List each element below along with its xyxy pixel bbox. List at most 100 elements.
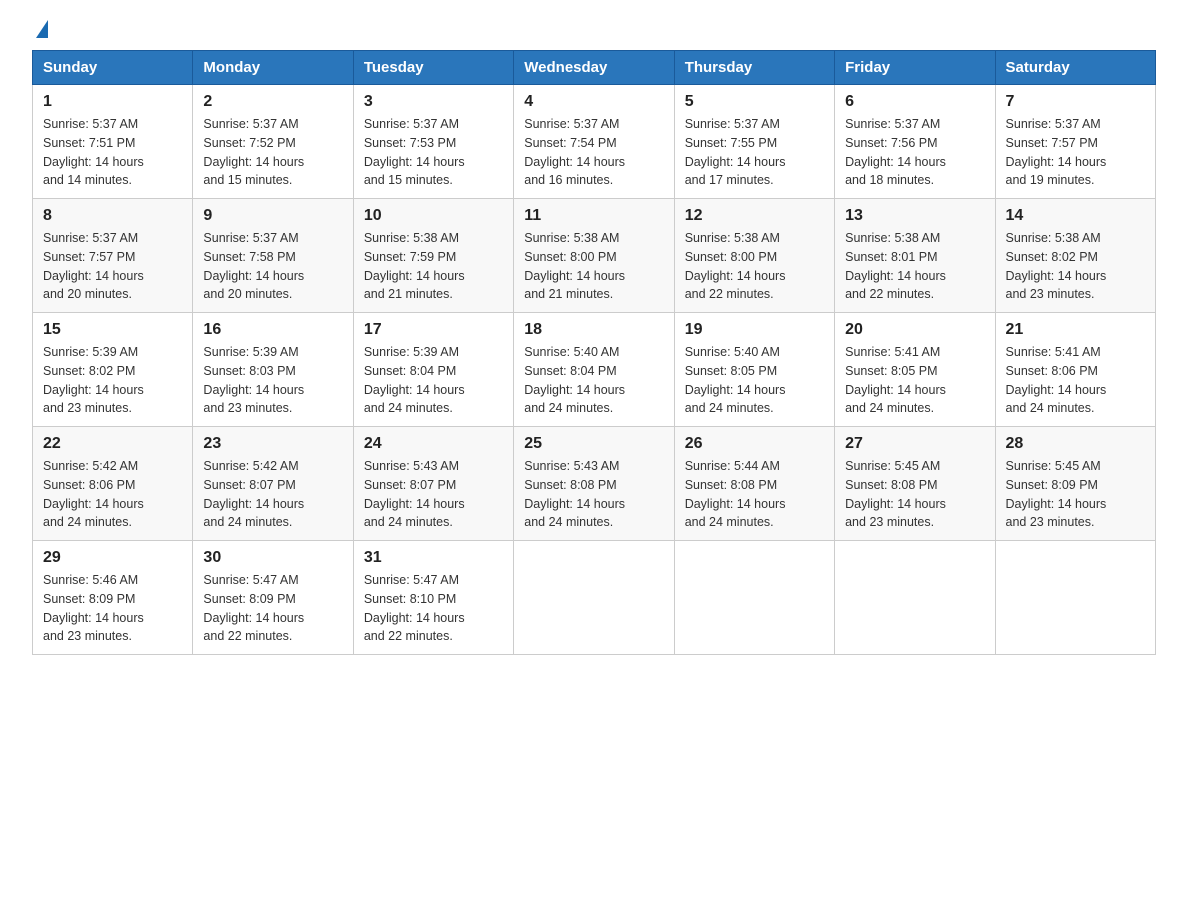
day-header-friday: Friday [835,51,995,85]
calendar-cell: 18 Sunrise: 5:40 AM Sunset: 8:04 PM Dayl… [514,313,674,427]
day-info: Sunrise: 5:38 AM Sunset: 8:00 PM Dayligh… [685,229,824,304]
day-info: Sunrise: 5:37 AM Sunset: 7:55 PM Dayligh… [685,115,824,190]
day-info: Sunrise: 5:42 AM Sunset: 8:06 PM Dayligh… [43,457,182,532]
day-info: Sunrise: 5:40 AM Sunset: 8:04 PM Dayligh… [524,343,663,418]
day-info: Sunrise: 5:38 AM Sunset: 7:59 PM Dayligh… [364,229,503,304]
day-info: Sunrise: 5:38 AM Sunset: 8:00 PM Dayligh… [524,229,663,304]
day-number: 13 [845,207,984,225]
day-number: 25 [524,435,663,453]
day-info: Sunrise: 5:37 AM Sunset: 7:52 PM Dayligh… [203,115,342,190]
day-header-saturday: Saturday [995,51,1155,85]
day-info: Sunrise: 5:41 AM Sunset: 8:06 PM Dayligh… [1006,343,1145,418]
day-info: Sunrise: 5:38 AM Sunset: 8:01 PM Dayligh… [845,229,984,304]
week-row-3: 15 Sunrise: 5:39 AM Sunset: 8:02 PM Dayl… [33,313,1156,427]
day-number: 4 [524,93,663,111]
calendar-cell: 21 Sunrise: 5:41 AM Sunset: 8:06 PM Dayl… [995,313,1155,427]
day-number: 12 [685,207,824,225]
day-header-sunday: Sunday [33,51,193,85]
day-info: Sunrise: 5:38 AM Sunset: 8:02 PM Dayligh… [1006,229,1145,304]
calendar-cell: 19 Sunrise: 5:40 AM Sunset: 8:05 PM Dayl… [674,313,834,427]
week-row-1: 1 Sunrise: 5:37 AM Sunset: 7:51 PM Dayli… [33,85,1156,199]
calendar-cell: 9 Sunrise: 5:37 AM Sunset: 7:58 PM Dayli… [193,199,353,313]
calendar-cell: 28 Sunrise: 5:45 AM Sunset: 8:09 PM Dayl… [995,427,1155,541]
calendar-cell: 1 Sunrise: 5:37 AM Sunset: 7:51 PM Dayli… [33,85,193,199]
logo-triangle-icon [36,20,48,38]
calendar-cell: 20 Sunrise: 5:41 AM Sunset: 8:05 PM Dayl… [835,313,995,427]
calendar-cell: 25 Sunrise: 5:43 AM Sunset: 8:08 PM Dayl… [514,427,674,541]
week-row-5: 29 Sunrise: 5:46 AM Sunset: 8:09 PM Dayl… [33,541,1156,655]
day-info: Sunrise: 5:40 AM Sunset: 8:05 PM Dayligh… [685,343,824,418]
day-number: 22 [43,435,182,453]
calendar-cell: 11 Sunrise: 5:38 AM Sunset: 8:00 PM Dayl… [514,199,674,313]
calendar-cell: 10 Sunrise: 5:38 AM Sunset: 7:59 PM Dayl… [353,199,513,313]
day-number: 14 [1006,207,1145,225]
day-number: 19 [685,321,824,339]
day-number: 10 [364,207,503,225]
calendar-cell: 30 Sunrise: 5:47 AM Sunset: 8:09 PM Dayl… [193,541,353,655]
day-number: 23 [203,435,342,453]
day-number: 31 [364,549,503,567]
calendar-cell [674,541,834,655]
calendar-cell [514,541,674,655]
calendar-cell: 12 Sunrise: 5:38 AM Sunset: 8:00 PM Dayl… [674,199,834,313]
calendar-cell: 13 Sunrise: 5:38 AM Sunset: 8:01 PM Dayl… [835,199,995,313]
calendar-table: SundayMondayTuesdayWednesdayThursdayFrid… [32,50,1156,655]
day-number: 3 [364,93,503,111]
day-number: 26 [685,435,824,453]
day-info: Sunrise: 5:46 AM Sunset: 8:09 PM Dayligh… [43,571,182,646]
week-row-4: 22 Sunrise: 5:42 AM Sunset: 8:06 PM Dayl… [33,427,1156,541]
day-info: Sunrise: 5:39 AM Sunset: 8:03 PM Dayligh… [203,343,342,418]
calendar-cell: 23 Sunrise: 5:42 AM Sunset: 8:07 PM Dayl… [193,427,353,541]
calendar-cell: 22 Sunrise: 5:42 AM Sunset: 8:06 PM Dayl… [33,427,193,541]
day-number: 29 [43,549,182,567]
calendar-cell: 4 Sunrise: 5:37 AM Sunset: 7:54 PM Dayli… [514,85,674,199]
day-number: 24 [364,435,503,453]
calendar-cell: 24 Sunrise: 5:43 AM Sunset: 8:07 PM Dayl… [353,427,513,541]
day-info: Sunrise: 5:44 AM Sunset: 8:08 PM Dayligh… [685,457,824,532]
day-info: Sunrise: 5:41 AM Sunset: 8:05 PM Dayligh… [845,343,984,418]
day-info: Sunrise: 5:47 AM Sunset: 8:10 PM Dayligh… [364,571,503,646]
day-header-row: SundayMondayTuesdayWednesdayThursdayFrid… [33,51,1156,85]
calendar-cell: 26 Sunrise: 5:44 AM Sunset: 8:08 PM Dayl… [674,427,834,541]
day-info: Sunrise: 5:43 AM Sunset: 8:07 PM Dayligh… [364,457,503,532]
calendar-cell: 8 Sunrise: 5:37 AM Sunset: 7:57 PM Dayli… [33,199,193,313]
day-number: 15 [43,321,182,339]
day-info: Sunrise: 5:37 AM Sunset: 7:53 PM Dayligh… [364,115,503,190]
day-number: 21 [1006,321,1145,339]
calendar-cell: 3 Sunrise: 5:37 AM Sunset: 7:53 PM Dayli… [353,85,513,199]
calendar-cell [835,541,995,655]
day-header-wednesday: Wednesday [514,51,674,85]
calendar-cell [995,541,1155,655]
day-number: 1 [43,93,182,111]
day-info: Sunrise: 5:39 AM Sunset: 8:02 PM Dayligh… [43,343,182,418]
day-info: Sunrise: 5:37 AM Sunset: 7:56 PM Dayligh… [845,115,984,190]
day-info: Sunrise: 5:47 AM Sunset: 8:09 PM Dayligh… [203,571,342,646]
day-info: Sunrise: 5:37 AM Sunset: 7:57 PM Dayligh… [43,229,182,304]
day-number: 20 [845,321,984,339]
day-number: 2 [203,93,342,111]
day-header-monday: Monday [193,51,353,85]
logo [32,24,48,42]
day-number: 5 [685,93,824,111]
day-number: 17 [364,321,503,339]
day-info: Sunrise: 5:37 AM Sunset: 7:57 PM Dayligh… [1006,115,1145,190]
day-header-thursday: Thursday [674,51,834,85]
calendar-cell: 14 Sunrise: 5:38 AM Sunset: 8:02 PM Dayl… [995,199,1155,313]
calendar-cell: 6 Sunrise: 5:37 AM Sunset: 7:56 PM Dayli… [835,85,995,199]
calendar-cell: 16 Sunrise: 5:39 AM Sunset: 8:03 PM Dayl… [193,313,353,427]
calendar-cell: 29 Sunrise: 5:46 AM Sunset: 8:09 PM Dayl… [33,541,193,655]
day-info: Sunrise: 5:37 AM Sunset: 7:54 PM Dayligh… [524,115,663,190]
day-info: Sunrise: 5:45 AM Sunset: 8:09 PM Dayligh… [1006,457,1145,532]
calendar-cell: 15 Sunrise: 5:39 AM Sunset: 8:02 PM Dayl… [33,313,193,427]
day-number: 8 [43,207,182,225]
day-number: 27 [845,435,984,453]
day-header-tuesday: Tuesday [353,51,513,85]
day-info: Sunrise: 5:37 AM Sunset: 7:51 PM Dayligh… [43,115,182,190]
day-number: 28 [1006,435,1145,453]
page-header [32,24,1156,42]
day-info: Sunrise: 5:43 AM Sunset: 8:08 PM Dayligh… [524,457,663,532]
day-number: 6 [845,93,984,111]
week-row-2: 8 Sunrise: 5:37 AM Sunset: 7:57 PM Dayli… [33,199,1156,313]
day-info: Sunrise: 5:37 AM Sunset: 7:58 PM Dayligh… [203,229,342,304]
day-number: 11 [524,207,663,225]
